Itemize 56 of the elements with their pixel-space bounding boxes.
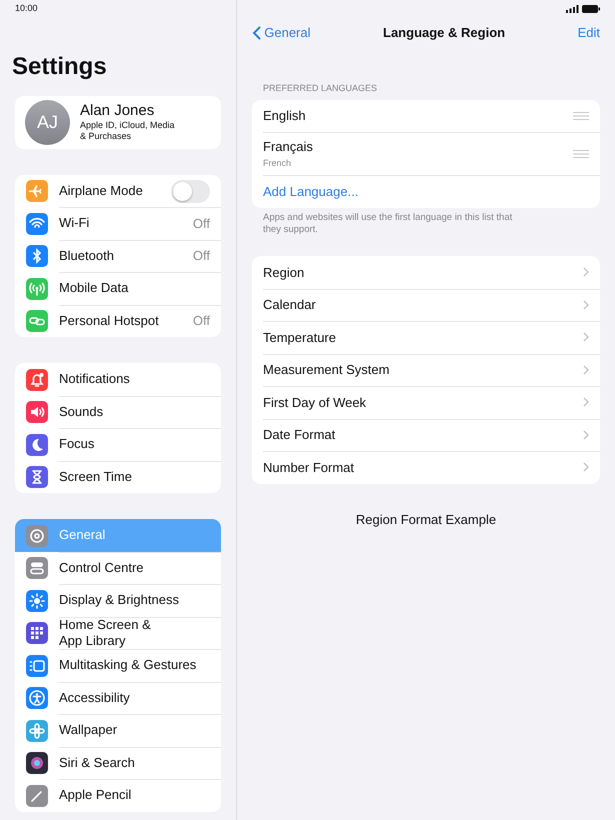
chevron-icon — [583, 462, 589, 472]
sidebar-item[interactable]: Accessibility — [15, 682, 221, 714]
status-time: 10:00 — [15, 2, 38, 15]
sidebar-item[interactable]: Display & Brightness — [15, 584, 221, 617]
sidebar-item[interactable]: Bluetooth Off — [15, 240, 221, 272]
back-button[interactable]: General — [252, 23, 310, 43]
screen-title: Language & Region — [383, 24, 506, 42]
sidebar-item[interactable]: Mobile Data — [15, 272, 221, 305]
toggle-switch[interactable] — [171, 180, 210, 203]
drag-handle-icon[interactable] — [573, 150, 589, 158]
settings-row[interactable]: Measurement System — [252, 354, 600, 386]
section-label: Region Format Example — [354, 510, 498, 529]
language-name: Français — [263, 138, 314, 156]
sidebar-item[interactable]: Focus — [15, 428, 221, 461]
signal-icon — [566, 5, 579, 13]
settings-row[interactable]: Region — [252, 256, 600, 289]
sidebar-item[interactable]: Notifications — [15, 363, 221, 396]
status-value: Off — [192, 214, 210, 233]
section-header: PREFERRED LANGUAGES — [263, 82, 378, 95]
battery-icon — [582, 5, 600, 13]
status-value: Off — [192, 247, 210, 266]
settings-row[interactable]: Calendar — [252, 288, 600, 322]
settings-row[interactable]: Date Format — [252, 418, 600, 452]
sidebar-item[interactable]: Airplane Mode — [15, 174, 221, 208]
sidebar-item[interactable]: Apple Pencil — [15, 779, 221, 812]
chevron-icon — [583, 332, 589, 342]
profile-name: Alan Jones — [80, 102, 156, 120]
avatar: AJ — [25, 100, 70, 145]
footer-note: Apps and websites will use the first language in this list that they support. — [262, 210, 514, 236]
sidebar-item[interactable]: Wallpaper — [15, 714, 221, 747]
drag-handle-icon[interactable] — [573, 112, 589, 120]
sidebar-item[interactable]: Multitasking & Gestures — [15, 649, 221, 682]
sidebar-item[interactable]: Control Centre — [15, 552, 221, 584]
language-subtitle: French — [263, 156, 292, 170]
add-language-link[interactable]: Add Language... — [263, 182, 358, 201]
sidebar-item[interactable]: Wi-Fi Off — [15, 207, 221, 240]
page-title: Settings — [12, 53, 108, 82]
back-icon — [252, 26, 261, 40]
settings-row[interactable]: Number Format — [252, 451, 600, 484]
sidebar-item[interactable]: Home Screen & App Library — [15, 616, 221, 650]
profile-card[interactable]: AJ Alan Jones Apple ID, iCloud, Media & Purchases — [15, 96, 221, 149]
chevron-icon — [583, 430, 589, 440]
sidebar-item[interactable]: Sounds — [15, 396, 221, 428]
chevron-icon — [583, 267, 589, 278]
settings-row[interactable]: First Day of Week — [252, 386, 600, 419]
sidebar-item[interactable]: Screen Time — [15, 460, 221, 494]
language-name: English — [263, 107, 307, 125]
settings-row[interactable]: Temperature — [252, 321, 600, 354]
chevron-icon — [583, 364, 589, 375]
chevron-icon — [583, 397, 589, 408]
edit-button[interactable]: Edit — [578, 23, 600, 43]
sidebar-item[interactable]: Siri & Search — [15, 746, 221, 780]
chevron-icon — [583, 300, 589, 310]
status-value: Off — [192, 312, 210, 330]
sidebar-item[interactable]: Personal Hotspot Off — [15, 304, 221, 338]
profile-subtitle: Apple ID, iCloud, Media & Purchases — [80, 120, 175, 143]
